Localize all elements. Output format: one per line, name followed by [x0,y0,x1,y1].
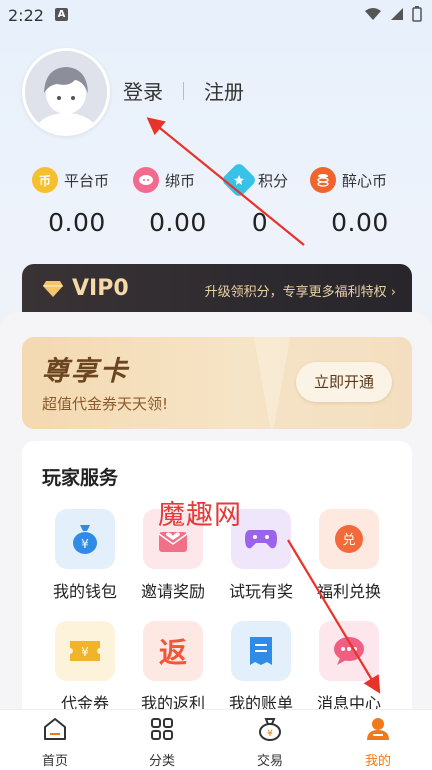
nav-category[interactable]: 分类 [122,716,202,769]
svg-text:¥: ¥ [81,537,89,551]
wifi-icon [365,8,381,20]
service-label: 我的钱包 [52,582,117,601]
svg-text:¥: ¥ [267,729,273,739]
diamond-icon [43,281,63,297]
avatar-illustration-icon [25,51,107,133]
coin-icon: 币 [32,167,58,193]
message-icon [319,621,379,681]
divider [183,81,184,100]
signal-icon [391,8,403,20]
wallet-icon: ¥ [55,509,115,569]
service-label: 邀请奖励 [140,582,205,601]
service-voucher[interactable]: ¥ 代金券 [40,621,130,714]
bill-icon [231,621,291,681]
app-notification-icon: A [55,8,68,21]
currency-label: 绑币 [165,171,196,190]
register-link[interactable]: 注册 [204,76,244,105]
rebate-icon: 返 [143,621,203,681]
nav-home[interactable]: 首页 [15,716,95,769]
vip-promo: 升级领积分，专享更多福利特权 › [204,285,396,300]
currency-zuixin-coin[interactable]: 醉心币 0.00 [310,166,418,237]
vip-level: VIP0 [72,276,129,301]
service-messages[interactable]: 消息中心 [304,621,394,714]
stack-coin-icon [310,167,336,193]
chevron-right-icon: › [390,285,396,300]
player-services: 玩家服务 ¥ 我的钱包 邀请奖励 试玩有奖 兑 福利兑换 ¥ 代金券 返 我的返… [22,441,412,721]
service-rebate[interactable]: 返 我的返利 [128,621,218,714]
status-time: 2:22 [8,6,44,25]
card-decoration-icon [253,337,291,429]
login-link[interactable]: 登录 [123,76,163,105]
currency-label: 积分 [258,171,289,190]
bottom-nav: 首页 分类 ¥ 交易 我的 [0,709,432,770]
voucher-icon: ¥ [55,621,115,681]
rebate-glyph: 返 [158,636,187,669]
services-title: 玩家服务 [42,467,119,489]
service-label: 福利兑换 [316,582,381,601]
status-indicators [364,6,422,22]
pig-icon [133,167,159,193]
service-label: 试玩有奖 [228,582,293,601]
profile-icon [367,718,389,740]
status-bar: 2:22 A [0,0,432,30]
premium-card[interactable]: 尊享卡 超值代金券天天领! 立即开通 [22,337,412,429]
nav-label: 首页 [41,754,68,769]
money-bag-icon: ¥ [259,718,281,741]
svg-text:¥: ¥ [81,645,89,659]
nav-label: 我的 [364,754,391,769]
currency-label: 醉心币 [342,171,388,190]
service-bill[interactable]: 我的账单 [216,621,306,714]
nav-label: 交易 [256,754,283,769]
service-exchange[interactable]: 兑 福利兑换 [304,509,394,602]
nav-mine[interactable]: 我的 [338,716,418,769]
nav-trade[interactable]: ¥ 交易 [230,716,310,769]
currency-value: 0.00 [331,208,389,237]
auth-links: 登录 注册 [123,76,244,105]
exchange-icon: 兑 [319,509,379,569]
battery-icon [412,6,422,22]
card-subtitle: 超值代金券天天领! [42,395,169,413]
currency-label: 平台币 [64,171,110,190]
service-wallet[interactable]: ¥ 我的钱包 [40,509,130,602]
avatar[interactable] [22,48,110,136]
watermark: 魔趣网 [158,500,242,531]
activate-button[interactable]: 立即开通 [296,362,392,402]
grid-icon [151,718,173,740]
svg-text:兑: 兑 [342,533,355,548]
nav-label: 分类 [148,754,175,769]
card-title: 尊享卡 [42,356,129,387]
home-icon [44,718,66,740]
star-badge-icon [220,161,258,199]
